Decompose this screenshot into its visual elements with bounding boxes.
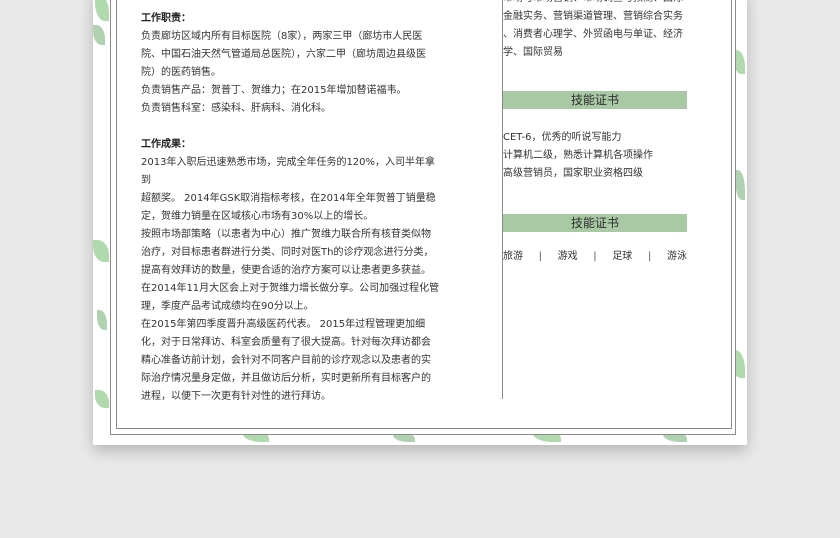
hobbies-section-header: 技能证书 <box>503 214 687 232</box>
work-duties-line: 负责销售科室：感染科、肝病科、消化科。 <box>141 103 331 114</box>
work-duties-title: 工作职责： <box>141 13 191 24</box>
skill-line: CET-6，优秀的听说写能力 <box>503 132 622 143</box>
work-results-line: 理，季度产品考试成绩均在90分以上。 <box>141 301 314 312</box>
hobby-separator: | <box>593 251 597 262</box>
work-results-line: 精心准备访前计划，会针对不同客户目前的诊疗观念以及患者的实 <box>141 355 431 366</box>
skills-section-header: 技能证书 <box>503 91 687 109</box>
hobby-item: 游戏 <box>557 251 578 262</box>
work-results-line: 提高有效拜访的数量，使更合适的治疗方案可以让患者更多获益。 <box>141 265 431 276</box>
hobby-separator: | <box>538 251 543 262</box>
leaf-decoration <box>93 25 105 45</box>
skill-line: 高级营销员，国家职业资格四级 <box>503 168 643 179</box>
course-line: 市场与市场营销、市场调查与预测、国际 <box>503 0 688 8</box>
work-results-line: 2013年入职后迅速熟悉市场，完成全年任务的120%，入司半年拿到 <box>141 157 436 186</box>
leaf-decoration <box>97 310 107 330</box>
hobby-item: 游泳 <box>666 251 687 262</box>
work-duties-line: 院、中国石油天然气管道局总医院），六家二甲（廊坊周边县级医 <box>141 49 426 60</box>
work-results-line: 化，对于日常拜访、科室会质量有了很大提高。针对每次拜访都会 <box>141 337 431 348</box>
hobby-separator: | <box>647 251 652 262</box>
left-column: 工作职责： 负责廊坊区域内所有目标医院（8家），两家三甲（廊坊市人民医 院、中国… <box>141 10 441 406</box>
hobby-item: 足球 <box>612 251 633 262</box>
work-results-line: 超额奖。 2014年GSK取消指标考核，在2014年全年贺普丁销量稳 <box>141 193 436 204</box>
work-results-line: 按照市场部策略（以患者为中心）推广贺维力联合所有核苷类似物 <box>141 229 431 240</box>
course-line: 学、国际贸易 <box>503 47 563 58</box>
course-line: 金融实务、营销渠道管理、营销综合实务 <box>503 11 683 22</box>
course-line: 、消费者心理学、外贸函电与单证、经济 <box>503 29 683 40</box>
work-results-line: 进程，以便下一次更有针对性的进行拜访。 <box>141 391 331 402</box>
leaf-decoration <box>735 170 745 200</box>
leaf-decoration <box>95 0 109 21</box>
work-results-line: 在2015年第四季度晋升高级医药代表。 2015年过程管理更加细 <box>141 319 426 330</box>
work-results-line: 在2014年11月大区会上对于贺维力增长做分享。公司加强过程化管 <box>141 283 440 294</box>
skill-line: 计算机二级，熟悉计算机各项操作 <box>503 150 653 161</box>
leaf-decoration <box>93 240 109 262</box>
work-results-line: 际治疗情况量身定做，并且做访后分析，实时更新所有目标客户的 <box>141 373 431 384</box>
right-column: 市场与市场营销、市场调查与预测、国际 金融实务、营销渠道管理、营销综合实务 、消… <box>503 0 688 266</box>
work-duties-line: 负责销售产品：贺普丁、贺维力；在2015年增加替诺福韦。 <box>141 85 407 96</box>
leaf-decoration <box>95 390 109 408</box>
work-results-line: 治疗，对目标患者群进行分类、同时对医Th的诊疗观念进行分类， <box>141 247 434 258</box>
hobby-item: 旅游 <box>503 251 523 262</box>
work-duties-line: 院）的医药销售。 <box>141 67 221 78</box>
work-duties-line: 负责廊坊区域内所有目标医院（8家），两家三甲（廊坊市人民医 <box>141 31 423 42</box>
hobbies-list: 旅游 | 游戏 | 足球 | 游泳 <box>503 248 687 266</box>
work-results-line: 定，贺维力销量在区域核心市场有30%以上的增长。 <box>141 211 374 222</box>
work-results-title: 工作成果： <box>141 139 191 150</box>
resume-page: 工作职责： 负责廊坊区域内所有目标医院（8家），两家三甲（廊坊市人民医 院、中国… <box>93 0 747 445</box>
